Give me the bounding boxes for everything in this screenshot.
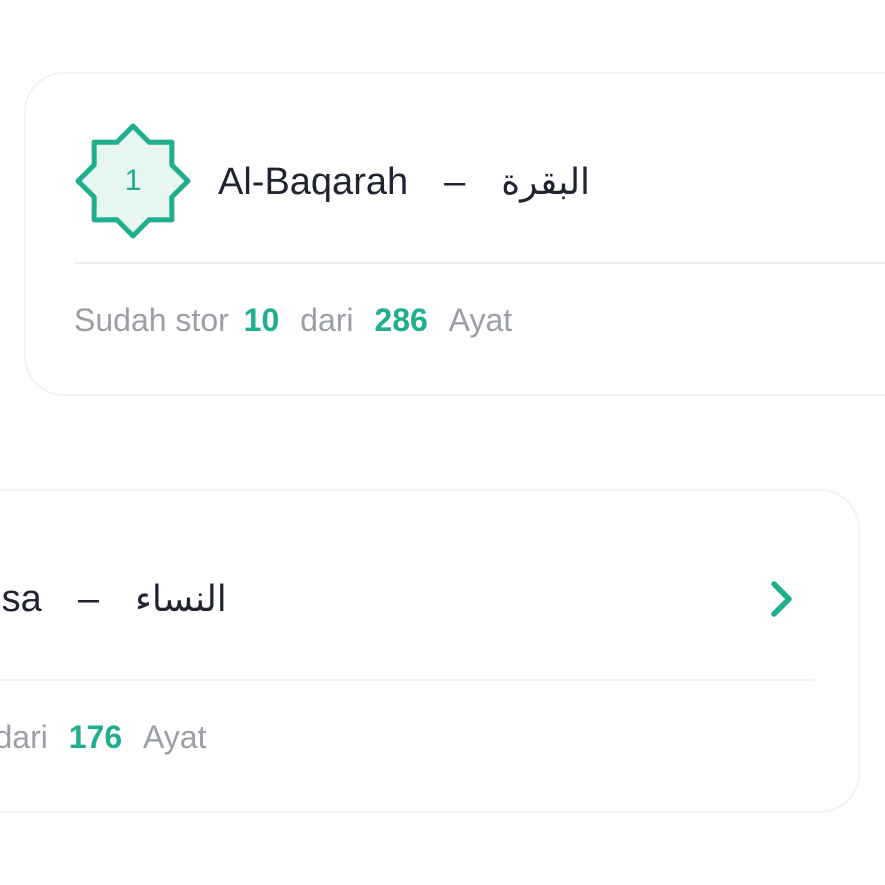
progress-suffix: Ayat	[143, 719, 207, 755]
progress-suffix: Ayat	[448, 302, 513, 338]
title-separator: –	[77, 577, 99, 620]
surah-title-row: n-Nisa – النساء	[0, 573, 227, 625]
surah-number: 1	[124, 164, 142, 197]
card-divider	[0, 679, 814, 681]
surah-title-row: Al-Baqarah – البقرة	[218, 156, 590, 208]
progress-middle: dari	[0, 719, 48, 755]
total-ayat: 176	[68, 719, 123, 755]
chevron-right-icon[interactable]	[762, 577, 802, 621]
title-separator: –	[444, 160, 466, 203]
total-ayat: 286	[374, 302, 428, 338]
memorization-progress: 15 dari 176 Ayat	[0, 719, 212, 756]
surah-card-al-baqarah[interactable]: 1 Al-Baqarah – البقرة Sudah stor 10 dari…	[24, 72, 885, 396]
memorized-count: 10	[243, 302, 280, 338]
progress-prefix: Sudah stor	[74, 302, 229, 338]
surah-latin-name: n-Nisa	[0, 577, 42, 620]
card-divider	[74, 262, 885, 264]
progress-middle: dari	[300, 302, 354, 338]
surah-arabic-name: النساء	[134, 578, 227, 620]
surah-card-an-nisa[interactable]: n-Nisa – النساء 15 dari 176 Ayat	[0, 489, 860, 813]
surah-list: 1 Al-Baqarah – البقرة Sudah stor 10 dari…	[0, 0, 885, 885]
surah-number-badge: 1	[74, 122, 192, 240]
surah-arabic-name: البقرة	[501, 161, 591, 203]
memorization-progress: Sudah stor 10 dari 286 Ayat	[74, 302, 518, 339]
surah-latin-name: Al-Baqarah	[218, 160, 409, 203]
